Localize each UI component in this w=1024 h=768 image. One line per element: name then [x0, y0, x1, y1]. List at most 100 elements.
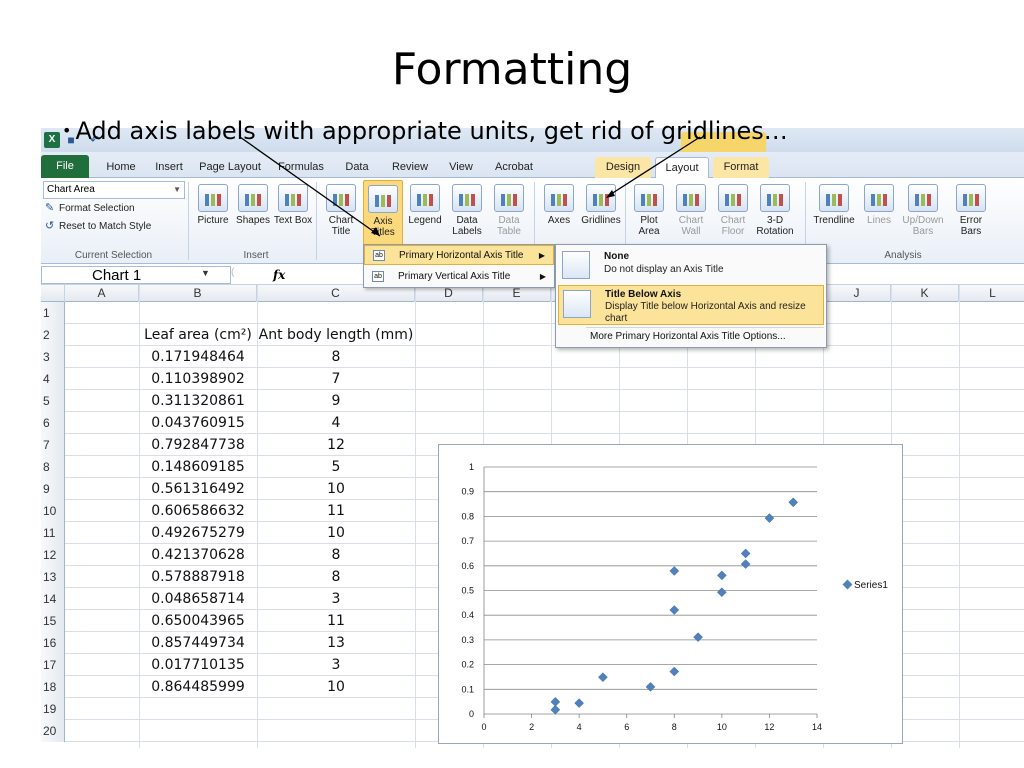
- data-table-button[interactable]: Data Table: [489, 180, 529, 246]
- column-header-a[interactable]: A: [65, 285, 139, 302]
- tab-format[interactable]: Format: [713, 157, 769, 178]
- table-cell[interactable]: 11: [257, 500, 415, 522]
- row-header[interactable]: 3: [41, 346, 65, 368]
- table-cell[interactable]: 8: [257, 544, 415, 566]
- table-cell[interactable]: 5: [257, 456, 415, 478]
- menu-item-primary-horizontal-axis-title[interactable]: ab Primary Horizontal Axis Title ▶: [364, 245, 554, 265]
- table-cell[interactable]: 3: [257, 654, 415, 676]
- chevron-down-icon[interactable]: ▼: [201, 268, 210, 278]
- row-header[interactable]: 19: [41, 698, 65, 720]
- table-cell[interactable]: 0.492675279: [139, 522, 257, 544]
- chart-title-button[interactable]: Chart Title: [321, 180, 361, 246]
- row-header[interactable]: 11: [41, 522, 65, 544]
- tab-acrobat[interactable]: Acrobat: [487, 157, 541, 178]
- tab-page-layout[interactable]: Page Layout: [193, 157, 267, 178]
- table-cell[interactable]: 0.857449734: [139, 632, 257, 654]
- table-cell[interactable]: 0.043760915: [139, 412, 257, 434]
- tab-home[interactable]: Home: [99, 157, 143, 178]
- column-header-j[interactable]: J: [823, 285, 891, 302]
- text-box-button[interactable]: Text Box: [273, 180, 313, 246]
- table-cell[interactable]: 12: [257, 434, 415, 456]
- row-header[interactable]: 8: [41, 456, 65, 478]
- column-header-l[interactable]: L: [959, 285, 1024, 302]
- tab-insert[interactable]: Insert: [147, 157, 191, 178]
- column-header-b[interactable]: B: [139, 285, 257, 302]
- axes-button[interactable]: Axes: [539, 180, 579, 246]
- updown-bars-button[interactable]: Up/Down Bars: [899, 180, 947, 246]
- row-header[interactable]: 17: [41, 654, 65, 676]
- tab-data[interactable]: Data: [337, 157, 377, 178]
- table-cell[interactable]: 0.110398902: [139, 368, 257, 390]
- trendline-button[interactable]: Trendline: [811, 180, 857, 246]
- scatter-chart[interactable]: 0 0.1 0.2 0.3 0.4 0.5 0.6 0.7 0.8 0.9 1 0 2 4 6 8 10 12 14…: [438, 444, 903, 744]
- plot-area-button[interactable]: Plot Area: [629, 180, 669, 246]
- data-labels-button[interactable]: Data Labels: [447, 180, 487, 246]
- row-header[interactable]: 20: [41, 720, 65, 742]
- chart-legend[interactable]: Series1: [842, 579, 888, 591]
- table-cell[interactable]: 0.017710135: [139, 654, 257, 676]
- format-selection-button[interactable]: ✎ Format Selection: [45, 201, 135, 216]
- row-header[interactable]: 1: [41, 302, 65, 324]
- table-cell[interactable]: 0.148609185: [139, 456, 257, 478]
- table-cell[interactable]: 10: [257, 522, 415, 544]
- row-header[interactable]: 10: [41, 500, 65, 522]
- row-header[interactable]: 4: [41, 368, 65, 390]
- cell-header-leaf-area[interactable]: Leaf area (cm²): [139, 324, 257, 346]
- table-cell[interactable]: 0.578887918: [139, 566, 257, 588]
- gridlines-button[interactable]: Gridlines: [581, 180, 621, 246]
- table-cell[interactable]: 0.792847738: [139, 434, 257, 456]
- row-header[interactable]: 13: [41, 566, 65, 588]
- tab-design[interactable]: Design: [595, 157, 651, 178]
- column-header-k[interactable]: K: [891, 285, 959, 302]
- table-cell[interactable]: 11: [257, 610, 415, 632]
- table-cell[interactable]: 0.864485999: [139, 676, 257, 698]
- table-cell[interactable]: 4: [257, 412, 415, 434]
- table-cell[interactable]: 0.561316492: [139, 478, 257, 500]
- table-cell[interactable]: 10: [257, 676, 415, 698]
- menu-item-none[interactable]: None Do not display an Axis Title: [558, 247, 824, 283]
- row-header[interactable]: 6: [41, 412, 65, 434]
- legend-button[interactable]: Legend: [405, 180, 445, 246]
- cell-header-ant-length[interactable]: Ant body length (mm): [257, 324, 415, 346]
- row-header[interactable]: 5: [41, 390, 65, 412]
- lines-button[interactable]: Lines: [859, 180, 899, 246]
- table-cell[interactable]: 7: [257, 368, 415, 390]
- select-all-corner[interactable]: [41, 285, 65, 302]
- tab-layout[interactable]: Layout: [655, 157, 709, 179]
- reset-style-button[interactable]: ↺ Reset to Match Style: [45, 219, 151, 234]
- picture-button[interactable]: Picture: [193, 180, 233, 246]
- row-header[interactable]: 7: [41, 434, 65, 456]
- shapes-button[interactable]: Shapes: [233, 180, 273, 246]
- chart-element-dropdown[interactable]: Chart Area ▼: [43, 181, 185, 199]
- table-cell[interactable]: 10: [257, 478, 415, 500]
- row-header[interactable]: 2: [41, 324, 65, 346]
- menu-item-title-below-axis[interactable]: Title Below Axis Display Title below Hor…: [558, 285, 824, 325]
- row-header[interactable]: 14: [41, 588, 65, 610]
- tab-review[interactable]: Review: [385, 157, 435, 178]
- error-bars-button[interactable]: Error Bars: [951, 180, 991, 246]
- table-cell[interactable]: 0.650043965: [139, 610, 257, 632]
- menu-item-more-options[interactable]: More Primary Horizontal Axis Title Optio…: [590, 331, 786, 342]
- table-cell[interactable]: 0.311320861: [139, 390, 257, 412]
- table-cell[interactable]: 0.606586632: [139, 500, 257, 522]
- row-header[interactable]: 16: [41, 632, 65, 654]
- row-header[interactable]: 9: [41, 478, 65, 500]
- tab-view[interactable]: View: [441, 157, 481, 178]
- chart-floor-button[interactable]: Chart Floor: [713, 180, 753, 246]
- table-cell[interactable]: 13: [257, 632, 415, 654]
- table-cell[interactable]: 0.171948464: [139, 346, 257, 368]
- table-cell[interactable]: 0.048658714: [139, 588, 257, 610]
- fx-icon[interactable]: fx: [273, 265, 285, 285]
- tab-file[interactable]: File: [41, 155, 89, 178]
- excel-app-icon[interactable]: X: [44, 132, 60, 148]
- row-header[interactable]: 18: [41, 676, 65, 698]
- menu-item-primary-vertical-axis-title[interactable]: ab Primary Vertical Axis Title ▶: [364, 267, 554, 287]
- chart-wall-button[interactable]: Chart Wall: [671, 180, 711, 246]
- row-header[interactable]: 15: [41, 610, 65, 632]
- tab-formulas[interactable]: Formulas: [271, 157, 331, 178]
- table-cell[interactable]: 8: [257, 566, 415, 588]
- table-cell[interactable]: 3: [257, 588, 415, 610]
- table-cell[interactable]: 0.421370628: [139, 544, 257, 566]
- axis-titles-button[interactable]: Axis Titles: [363, 180, 403, 246]
- table-cell[interactable]: 9: [257, 390, 415, 412]
